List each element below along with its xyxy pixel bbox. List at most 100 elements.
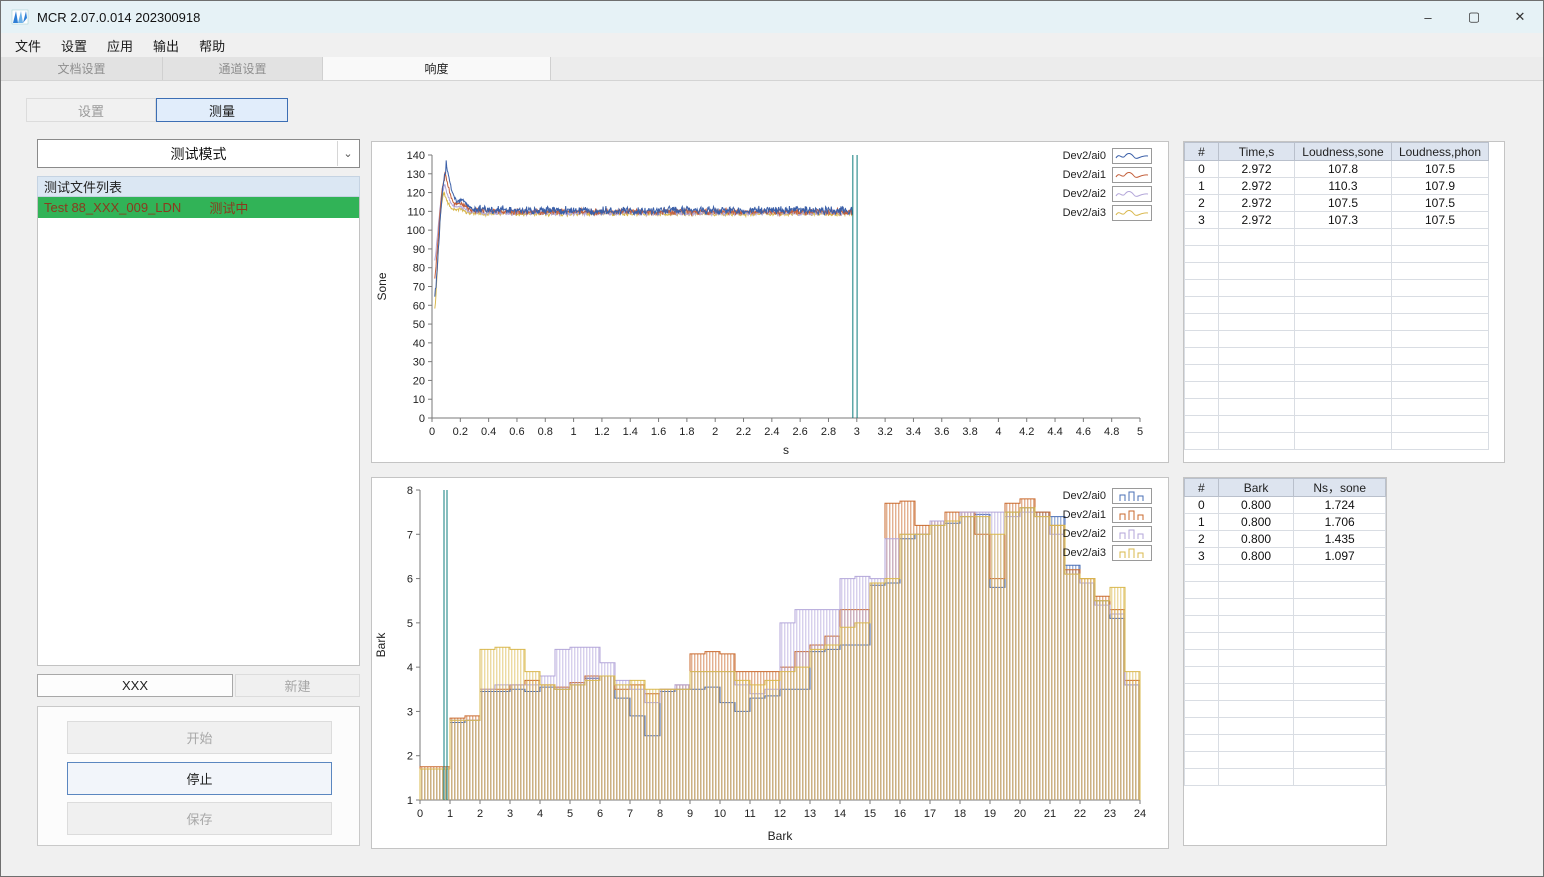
svg-text:80: 80 (413, 263, 425, 275)
svg-text:s: s (783, 443, 789, 457)
svg-text:6: 6 (597, 808, 603, 820)
table-row-empty (1184, 615, 1386, 633)
svg-text:0.8: 0.8 (538, 426, 553, 438)
svg-text:1: 1 (447, 808, 453, 820)
legend-label: Dev2/ai0 (1062, 150, 1106, 162)
chevron-down-icon[interactable]: ⌄ (337, 141, 358, 166)
bark-legend: Dev2/ai0 Dev2/ai1 Dev2/ai2 Dev2/ai3 (1063, 488, 1152, 561)
svg-text:8: 8 (407, 485, 413, 497)
svg-text:0.6: 0.6 (509, 426, 524, 438)
column-header: # (1184, 478, 1219, 497)
table-row-empty (1184, 313, 1489, 331)
table-row-empty (1184, 262, 1489, 280)
menu-item-2[interactable]: 应用 (97, 34, 143, 57)
loudness-chart[interactable]: 0 0.2 0.4 0.6 0.8 1 1.2 1.4 1.6 1.8 2 2.2 2.4 2.6 2.8 3… (372, 142, 1168, 462)
svg-text:70: 70 (413, 282, 425, 294)
legend-item: Dev2/ai2 (1063, 526, 1152, 542)
svg-text:4.8: 4.8 (1104, 426, 1119, 438)
svg-text:4: 4 (995, 426, 1001, 438)
menu-item-0[interactable]: 文件 (5, 34, 51, 57)
svg-text:1.8: 1.8 (679, 426, 694, 438)
menu-bar: 文件 设置 应用 输出 帮助 (1, 33, 1543, 57)
table-row: 3 0.800 1.097 (1184, 547, 1386, 565)
maximize-icon[interactable]: ▢ (1451, 1, 1497, 33)
legend-item: Dev2/ai1 (1063, 507, 1152, 523)
legend-label: Dev2/ai1 (1062, 169, 1106, 181)
file-list-item[interactable]: Test 88_XXX_009_LDN 测试中 (38, 197, 359, 218)
svg-text:5: 5 (567, 808, 573, 820)
test-mode-dropdown[interactable]: 测试模式 ⌄ (37, 139, 360, 168)
new-button[interactable]: 新建 (235, 674, 360, 697)
svg-text:30: 30 (413, 357, 425, 369)
subtab-settings[interactable]: 设置 (26, 98, 156, 122)
app-icon (11, 8, 29, 26)
table-row-empty (1184, 666, 1386, 684)
subtab-measure[interactable]: 测量 (156, 98, 288, 122)
table-row-empty (1184, 364, 1489, 382)
line-sample-icon (1112, 205, 1152, 221)
table-row-empty (1184, 432, 1489, 450)
svg-text:4.6: 4.6 (1076, 426, 1091, 438)
tab-0[interactable]: 文档设置 (1, 57, 163, 80)
table-row: 0 2.972 107.8 107.5 (1184, 160, 1489, 178)
svg-text:1.6: 1.6 (651, 426, 666, 438)
tab-2[interactable]: 响度 (323, 57, 551, 80)
svg-text:7: 7 (627, 808, 633, 820)
svg-text:110: 110 (407, 206, 425, 218)
svg-text:2.2: 2.2 (736, 426, 751, 438)
svg-text:12: 12 (774, 808, 786, 820)
svg-text:50: 50 (413, 319, 425, 331)
save-button[interactable]: 保存 (67, 802, 332, 835)
svg-text:140: 140 (407, 150, 425, 162)
table-row-empty (1184, 751, 1386, 769)
table-row-empty (1184, 734, 1386, 752)
stop-button[interactable]: 停止 (67, 762, 332, 795)
start-button[interactable]: 开始 (67, 721, 332, 754)
file-status: 测试中 (209, 201, 249, 216)
svg-text:5: 5 (1137, 426, 1143, 438)
svg-text:13: 13 (804, 808, 816, 820)
xxx-button[interactable]: XXX (37, 674, 233, 697)
table-row-empty (1184, 717, 1386, 735)
table-row-empty (1184, 296, 1489, 314)
svg-text:60: 60 (413, 300, 425, 312)
svg-text:1: 1 (571, 426, 577, 438)
test-mode-value: 测试模式 (170, 145, 227, 162)
minimize-icon[interactable]: – (1405, 1, 1451, 33)
svg-text:Bark: Bark (374, 632, 388, 658)
table-row: 1 0.800 1.706 (1184, 513, 1386, 531)
table-row-empty (1184, 381, 1489, 399)
table-row: 2 0.800 1.435 (1184, 530, 1386, 548)
table-row-empty (1184, 415, 1489, 433)
svg-text:23: 23 (1104, 808, 1116, 820)
svg-text:2: 2 (712, 426, 718, 438)
bark-table-panel: # Bark Ns，sone 0 0.800 1.724 1 0.800 1.706 2 0.800… (1183, 477, 1387, 846)
menu-item-1[interactable]: 设置 (51, 34, 97, 57)
close-icon[interactable]: ✕ (1497, 1, 1543, 33)
svg-text:3.8: 3.8 (962, 426, 977, 438)
svg-text:15: 15 (864, 808, 876, 820)
control-panel: 开始 停止 保存 (37, 706, 360, 846)
legend-label: Dev2/ai1 (1062, 509, 1106, 521)
svg-text:0: 0 (417, 808, 423, 820)
svg-text:2.8: 2.8 (821, 426, 836, 438)
table-row: 1 2.972 110.3 107.9 (1184, 177, 1489, 195)
svg-text:14: 14 (834, 808, 846, 820)
menu-item-3[interactable]: 输出 (143, 34, 189, 57)
svg-text:4: 4 (537, 808, 543, 820)
bar-sample-icon (1112, 526, 1152, 542)
file-list-header: 测试文件列表 (37, 176, 360, 197)
svg-text:9: 9 (687, 808, 693, 820)
menu-item-4[interactable]: 帮助 (189, 34, 235, 57)
table-row-empty (1184, 398, 1489, 416)
bar-sample-icon (1112, 507, 1152, 523)
svg-text:5: 5 (407, 618, 413, 630)
bark-chart[interactable]: 0 1 2 3 4 5 6 7 8 9 10 11 12 13 14 15 16 17 18 19 20 21 22 23 24… (372, 478, 1168, 848)
table-row-empty (1184, 245, 1489, 263)
app-window: MCR 2.07.0.014 202300918 – ▢ ✕ 文件 设置 应用 输出帮… (0, 0, 1544, 877)
tab-1[interactable]: 通道设置 (163, 57, 323, 80)
svg-text:3.6: 3.6 (934, 426, 949, 438)
table-row-empty (1184, 564, 1386, 582)
svg-text:20: 20 (1014, 808, 1026, 820)
line-sample-icon (1112, 186, 1152, 202)
